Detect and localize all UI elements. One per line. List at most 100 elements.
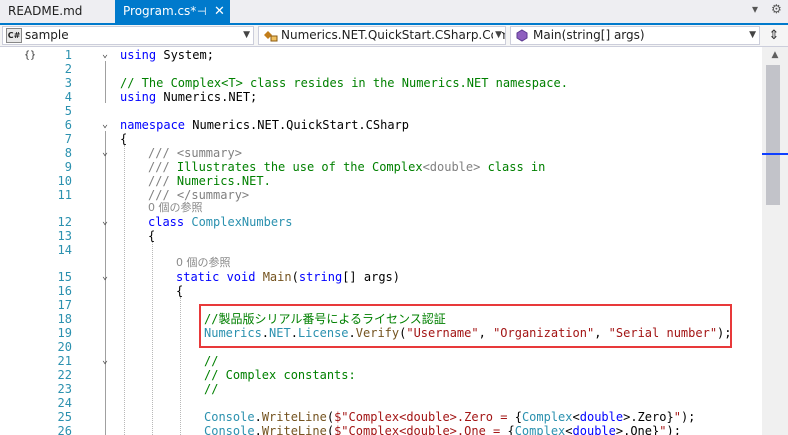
reference-count-lens[interactable]: 0 個の参照: [176, 256, 231, 270]
line-number: 20: [57, 340, 72, 354]
code-token: {: [176, 284, 184, 298]
code-line: 25 Console.WriteLine($"Complex<double>.Ze…: [0, 410, 762, 424]
line-number: 16: [57, 284, 72, 298]
caret-position-marker: [762, 153, 788, 155]
code-token: {: [148, 229, 156, 243]
line-number: 1: [64, 48, 72, 62]
comment: // The Complex<T> class resides in the N…: [120, 76, 568, 90]
project-label: sample: [25, 28, 69, 42]
code-line: 8 ⌄ /// <summary>: [0, 146, 762, 160]
line-number: 12: [57, 215, 72, 229]
code-token: {: [120, 132, 128, 146]
fold-collapse-icon[interactable]: ⌄: [100, 146, 110, 160]
code-token: >.One: [615, 424, 652, 435]
fold-collapse-icon[interactable]: ⌄: [100, 48, 110, 62]
chevron-down-icon: ▼: [747, 27, 756, 44]
line-number: 17: [57, 298, 72, 312]
code-text: class ComplexNumbers: [148, 215, 293, 229]
code-text: /// Illustrates the use of the Complex<d…: [148, 160, 545, 174]
scroll-up-icon[interactable]: ▲: [762, 47, 788, 63]
fold-collapse-icon[interactable]: ⌄: [100, 270, 110, 284]
code-editor[interactable]: {} 1 ⌄ using System; 2 3 // The Complex<T> …: [0, 47, 762, 435]
line-number: 10: [57, 174, 72, 188]
code-text: using System;: [120, 48, 214, 62]
code-line: 6 ⌄ namespace Numerics.NET.QuickStart.CSha…: [0, 118, 762, 132]
code-line: 11 /// </summary>: [0, 188, 762, 202]
keyword: double: [572, 424, 616, 435]
vertical-scrollbar[interactable]: ▲: [762, 47, 788, 435]
type-name: Complex: [514, 424, 566, 435]
project-dropdown[interactable]: C# sample ▼: [2, 26, 254, 45]
reference-count-lens[interactable]: 0 個の参照: [148, 201, 203, 215]
highlight-box: [199, 304, 732, 348]
scrollbar-thumb[interactable]: [766, 65, 780, 205]
code-text: /// <summary>: [148, 146, 242, 160]
chevron-down-icon: ▼: [493, 27, 502, 44]
code-text: using Numerics.NET;: [120, 90, 257, 104]
code-token: (: [326, 424, 335, 435]
tab-label: README.md: [8, 4, 83, 18]
comment: // Complex constants:: [204, 368, 356, 382]
tab-program-cs[interactable]: Program.cs* ⊣ ✕: [115, 0, 230, 23]
doc-comment-slashes: ///: [148, 146, 170, 160]
doc-comment-slashes: ///: [148, 174, 170, 188]
code-line: 13 {: [0, 229, 762, 243]
line-number: 7: [64, 132, 72, 146]
keyword: using: [120, 48, 157, 62]
code-lens: 0 個の参照: [0, 201, 762, 215]
tab-readme[interactable]: README.md: [0, 0, 114, 23]
type-name: ComplexNumbers: [184, 215, 293, 229]
doc-comment-tag: </summary>: [169, 188, 250, 202]
line-number: 14: [57, 243, 72, 257]
code-token: <: [565, 424, 573, 435]
line-number: 22: [57, 368, 72, 382]
line-number: 4: [64, 90, 72, 104]
line-number: 23: [57, 382, 72, 396]
keyword: using: [120, 90, 157, 104]
code-line: 23 //: [0, 382, 762, 396]
pin-icon[interactable]: ⊣: [197, 0, 207, 23]
code-line: 2: [0, 62, 762, 76]
fold-collapse-icon[interactable]: ⌄: [100, 215, 110, 229]
line-number: 8: [64, 146, 72, 160]
tab-list-dropdown-icon[interactable]: ▾: [752, 2, 758, 16]
code-token: (: [326, 410, 335, 424]
method-icon: [514, 28, 530, 43]
code-line: 9 /// Illustrates the use of the Complex<…: [0, 160, 762, 174]
line-number: 25: [57, 410, 72, 424]
code-token: >.Zero: [623, 410, 667, 424]
line-number: 24: [57, 396, 72, 410]
keyword: class: [148, 215, 185, 229]
fold-collapse-icon[interactable]: ⌄: [100, 354, 110, 368]
method-name: WriteLine: [261, 410, 327, 424]
type-name: Console: [204, 410, 255, 424]
split-window-icon[interactable]: ⇕: [762, 26, 786, 45]
document-tab-bar: README.md Program.cs* ⊣ ✕ ▾ ⚙: [0, 0, 788, 25]
code-text: {: [176, 284, 183, 298]
string-literal: $"Complex<double>.One =: [334, 424, 508, 435]
code-token: );: [666, 424, 681, 435]
class-dropdown[interactable]: Numerics.NET.QuickStart.CSharp.ComplexNu…: [258, 26, 506, 45]
line-number: 2: [64, 62, 72, 76]
fold-collapse-icon[interactable]: ⌄: [100, 118, 110, 132]
navigation-bar: C# sample ▼ Numerics.NET.QuickStart.CSha…: [0, 25, 788, 47]
member-dropdown[interactable]: Main(string[] args) ▼: [510, 26, 760, 45]
method-name: Main: [255, 270, 292, 284]
code-line: 22 // Complex constants:: [0, 368, 762, 382]
code-line: 14: [0, 243, 762, 257]
method-name: WriteLine: [261, 424, 327, 435]
tab-label: Program.cs*: [123, 4, 197, 18]
code-line: 16 {: [0, 284, 762, 298]
code-line: 15 ⌄ static void Main(string[] args): [0, 270, 762, 284]
code-token: System;: [156, 48, 214, 62]
doc-comment-tag: <double>: [422, 160, 481, 174]
settings-icon[interactable]: ⚙: [771, 2, 782, 16]
string-literal: $"Complex<double>.Zero =: [334, 410, 515, 424]
code-token: Numerics.NET;: [156, 90, 258, 104]
doc-comment-slashes: ///: [148, 188, 170, 202]
code-text: {: [120, 132, 127, 146]
string-literal: ": [673, 410, 681, 424]
code-token: Numerics.NET.QuickStart.CSharp: [185, 118, 409, 132]
close-icon[interactable]: ✕: [214, 0, 225, 23]
code-token: {: [507, 424, 515, 435]
